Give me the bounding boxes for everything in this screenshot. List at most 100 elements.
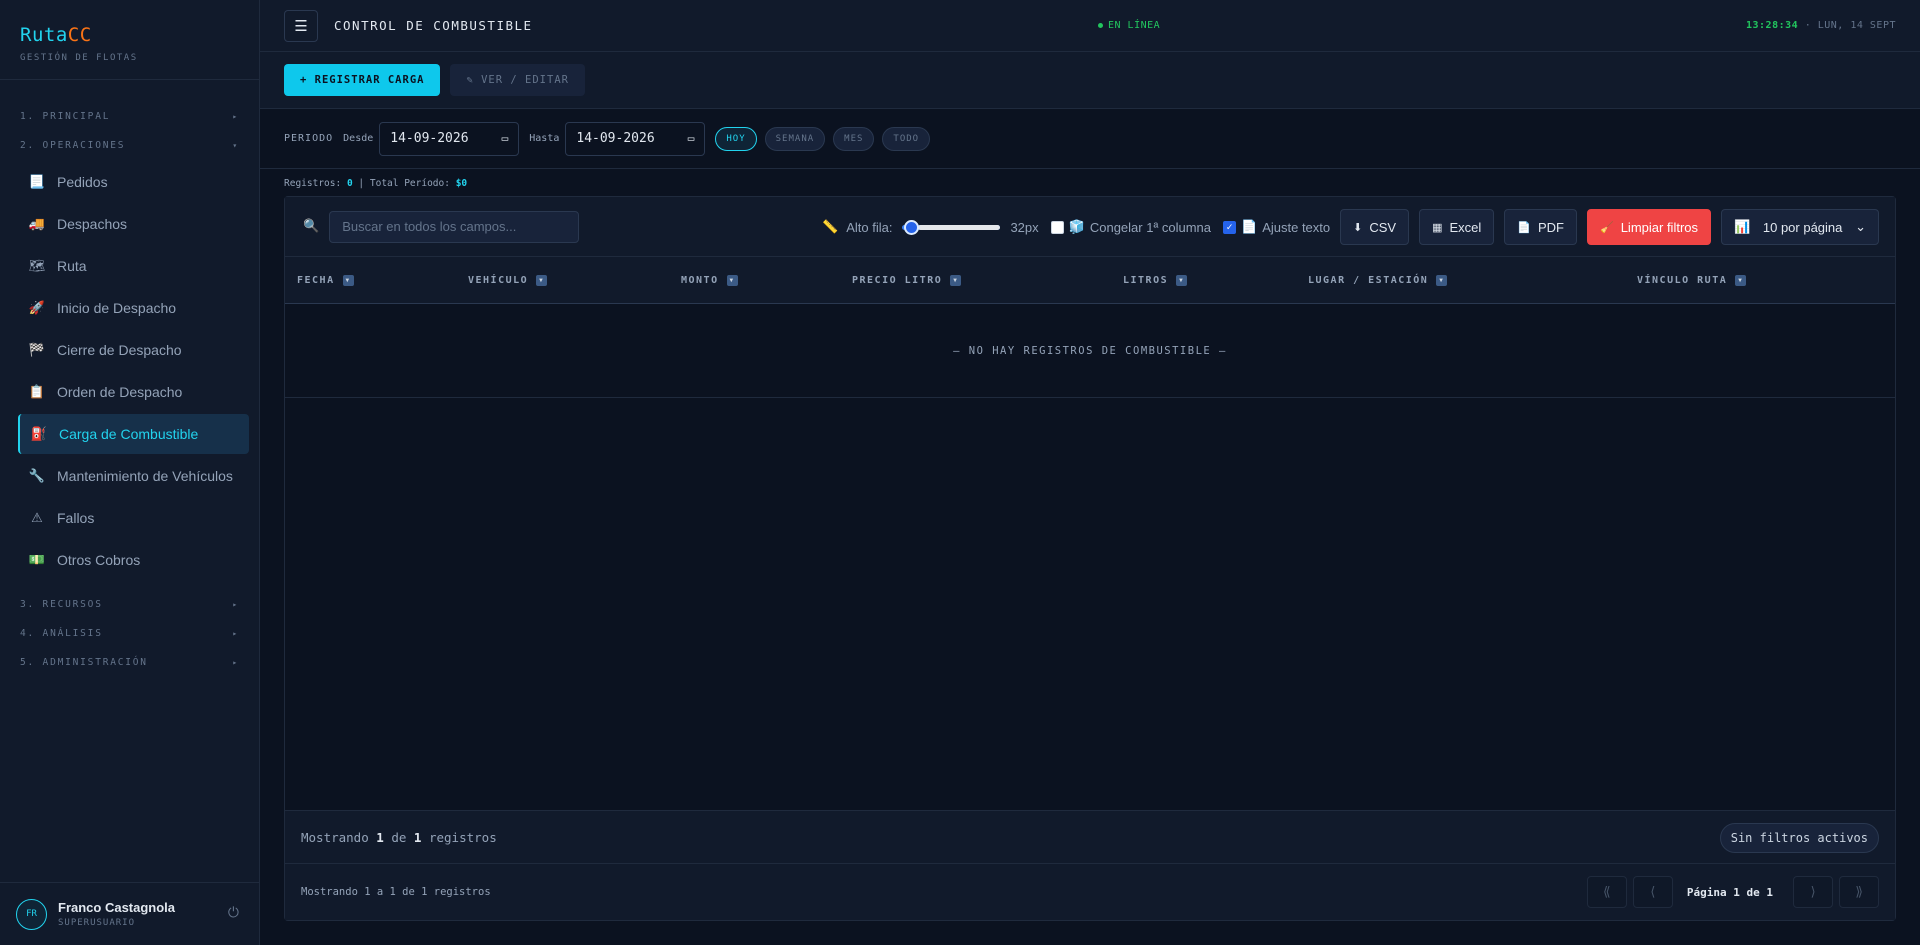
chevron-right-icon: ▸ [232,629,239,638]
slider-handle[interactable] [904,219,920,235]
prev-page-button[interactable]: ⟨ [1632,876,1673,908]
sidebar-item-label: Orden de Despacho [57,384,183,400]
sidebar: RutaCC GESTIÓN DE FLOTAS 1. PRINCIPAL ▸ … [0,0,260,945]
sidebar-item-pedidos[interactable]: 📃 Pedidos [18,162,249,202]
export-csv-button[interactable]: ⬇ CSV [1340,209,1410,245]
data-table-panel: 🔍 Buscar en todos los campos... 📏 Alto f… [284,196,1896,921]
filter-icon[interactable]: ▼ [726,275,738,286]
date-to-value: 14-09-2026 [576,131,655,146]
table-header: FECHA ▼ VEHÍCULO ▼ MONTO ▼ PRECIO LITRO ▼ LI… [285,257,1895,304]
money-icon: 💵 [28,552,46,567]
pagination-bar: Mostrando 1 a 1 de 1 registros ⟪ ⟨ Págin… [285,864,1895,920]
user-profile: FR Franco Castagnola SUPERUSUARIO ⏻ [0,882,259,945]
column-header-monto[interactable]: MONTO ▼ [681,257,738,304]
filter-icon[interactable]: ▼ [1436,275,1448,286]
sidebar-item-label: Carga de Combustible [59,426,199,442]
column-header-vehiculo[interactable]: VEHÍCULO ▼ [468,257,548,304]
table-toolbar: 🔍 Buscar en todos los campos... 📏 Alto f… [285,197,1895,257]
range-today-button[interactable]: HOY [715,126,757,151]
export-pdf-button[interactable]: 📄 PDF [1504,209,1577,245]
download-icon: ⬇ [1353,221,1363,234]
export-excel-button[interactable]: ▦ Excel [1419,209,1495,245]
showing-suffix: registros [428,829,497,845]
sidebar-section-principal[interactable]: 1. PRINCIPAL ▸ [0,102,259,131]
column-label: VÍNCULO RUTA [1637,275,1728,286]
status-dot-icon [1098,23,1103,28]
showing-count: 1 [376,829,384,845]
range-all-button[interactable]: TODO [882,126,931,151]
sidebar-item-despachos[interactable]: 🚚 Despachos [18,204,249,244]
brand-name-part: Ruta [20,24,68,46]
clock-time: 13:28:34 [1746,20,1799,31]
clock-date: · LUN, 14 SEPT [1804,20,1896,31]
column-header-lugar[interactable]: LUGAR / ESTACIÓN ▼ [1308,257,1448,304]
showing-of: de [391,829,407,845]
date-to-input[interactable]: 14-09-2026 ▭ [565,121,706,156]
ruler-icon: 📏 [822,219,839,234]
section-label: 5. ADMINISTRACIÓN [20,657,148,668]
broom-icon: 🧹 [1600,221,1614,234]
wrap-text-checkbox[interactable]: ✓ [1223,220,1237,234]
column-header-fecha[interactable]: FECHA ▼ [297,257,354,304]
range-month-button[interactable]: MES [833,126,875,151]
column-header-vinculo-ruta[interactable]: VÍNCULO RUTA ▼ [1637,257,1747,304]
checkered-flag-icon: 🏁 [28,342,46,357]
pdf-label: PDF [1538,219,1564,235]
sidebar-section-analisis[interactable]: 4. ANÁLISIS ▸ [0,619,259,648]
brand-logo[interactable]: RutaCC [20,24,239,46]
clear-filters-button[interactable]: 🧹 Limpiar filtros [1587,209,1711,245]
sidebar-item-orden-despacho[interactable]: 📋 Orden de Despacho [18,372,249,412]
per-page-select[interactable]: 📊 10 por página ⌄ [1721,209,1879,245]
top-bar: ☰ CONTROL DE COMBUSTIBLE EN LÍNEA 13:28:… [260,0,1920,52]
search-input[interactable]: Buscar en todos los campos... [329,210,580,243]
period-label: PERIODO [284,133,334,144]
row-height-slider[interactable] [902,219,1001,235]
warning-icon: ⚠ [31,510,43,525]
column-header-litros[interactable]: LITROS ▼ [1123,257,1188,304]
search-icon: 🔍 [303,219,320,234]
clock: 13:28:34 · LUN, 14 SEPT [1746,20,1896,31]
chevron-right-icon: ▸ [232,112,239,121]
date-from-input[interactable]: 14-09-2026 ▭ [379,121,520,156]
sidebar-item-otros-cobros[interactable]: 💵 Otros Cobros [18,540,249,580]
sidebar-item-label: Pedidos [57,174,108,190]
map-icon: 🗺 [28,258,46,273]
to-label: Hasta [529,133,560,144]
sidebar-item-inicio-despacho[interactable]: 🚀 Inicio de Despacho [18,288,249,328]
power-icon[interactable]: ⏻ [228,905,239,921]
last-page-button[interactable]: ⟫ [1839,876,1879,908]
sidebar-section-administracion[interactable]: 5. ADMINISTRACIÓN ▸ [0,648,259,677]
records-summary: Registros: 0 | Total Período: $0 [260,169,1920,197]
action-bar: + REGISTRAR CARGA ✎ VER / EDITAR [260,52,1920,109]
sidebar-item-carga-combustible[interactable]: ⛽ Carga de Combustible [18,414,249,454]
next-page-button[interactable]: ⟩ [1793,876,1833,908]
filter-icon[interactable]: ▼ [342,275,354,286]
menu-toggle-button[interactable]: ☰ [284,9,318,42]
spreadsheet-icon: ▦ [1432,221,1443,234]
freeze-column-label: 🧊 Congelar 1ª columna [1069,219,1211,235]
filter-icon[interactable]: ▼ [1176,275,1188,286]
sidebar-item-label: Cierre de Despacho [57,342,182,358]
filter-icon[interactable]: ▼ [536,275,548,286]
register-load-button[interactable]: + REGISTRAR CARGA [284,64,441,96]
sidebar-item-cierre-despacho[interactable]: 🏁 Cierre de Despacho [18,330,249,370]
sidebar-section-recursos[interactable]: 3. RECURSOS ▸ [0,590,259,619]
sidebar-item-mantenimiento[interactable]: 🔧 Mantenimiento de Vehículos [18,456,249,496]
filter-icon[interactable]: ▼ [950,275,962,286]
column-header-precio-litro[interactable]: PRECIO LITRO ▼ [852,257,962,304]
range-week-button[interactable]: SEMANA [764,126,826,151]
view-edit-button[interactable]: ✎ VER / EDITAR [450,64,585,96]
first-page-button[interactable]: ⟪ [1586,876,1627,908]
avatar[interactable]: FR [16,898,47,930]
wrap-text-label: 📄 Ajuste texto [1241,219,1330,235]
filter-icon[interactable]: ▼ [1735,275,1747,286]
sidebar-section-operaciones[interactable]: 2. OPERACIONES ▾ [0,131,259,160]
sidebar-item-label: Ruta [57,258,87,274]
freeze-column-checkbox[interactable] [1050,220,1064,234]
summary-separator: | [358,177,365,189]
sidebar-item-fallos[interactable]: ⚠ Fallos [18,498,249,538]
column-label: FECHA [297,275,335,286]
column-label: MONTO [681,275,719,286]
sidebar-item-ruta[interactable]: 🗺 Ruta [18,246,249,286]
clipboard-icon: 📋 [28,384,46,399]
